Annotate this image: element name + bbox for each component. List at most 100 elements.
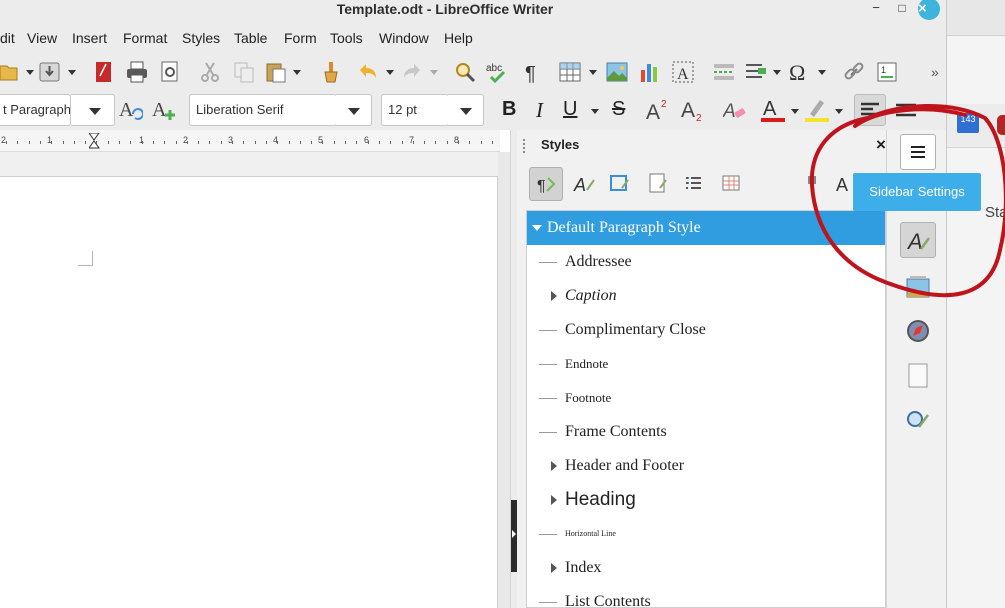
highlighting-dropdown-icon[interactable] (835, 109, 843, 114)
style-list-item[interactable]: Caption (527, 279, 885, 313)
sidebar-close-button[interactable]: × (876, 135, 886, 155)
font-color-dropdown-icon[interactable] (791, 109, 799, 114)
gallery-deck-tab-icon[interactable] (903, 273, 933, 303)
style-list-item[interactable]: Horizontal Line (527, 517, 885, 551)
find-replace-icon[interactable] (453, 60, 477, 84)
undo-icon[interactable] (356, 60, 380, 84)
style-list-item[interactable]: List Contents (527, 585, 885, 607)
menu-help[interactable]: Help (444, 30, 473, 46)
special-character-icon[interactable]: Ω (788, 60, 812, 85)
page-styles-icon[interactable] (644, 170, 672, 198)
app-icon[interactable] (997, 115, 1005, 135)
collapsed-arrow-icon[interactable] (551, 495, 557, 505)
insert-field-icon[interactable] (744, 60, 768, 84)
collapsed-arrow-icon[interactable] (551, 563, 557, 573)
style-list-item[interactable]: Complimentary Close (527, 313, 885, 347)
collapsed-arrow-icon[interactable] (551, 461, 557, 471)
calendar-badge-icon[interactable]: 143 (957, 113, 979, 133)
sidebar-splitter[interactable] (510, 130, 518, 608)
expanded-arrow-icon[interactable] (532, 225, 542, 231)
redo-dropdown-icon[interactable] (430, 70, 438, 75)
table-dropdown-icon[interactable] (589, 70, 597, 75)
menu-styles[interactable]: Styles (182, 30, 220, 46)
menu-insert[interactable]: Insert (72, 30, 107, 46)
print-icon[interactable] (125, 60, 149, 84)
export-pdf-icon[interactable] (92, 60, 116, 84)
strikethrough-button[interactable]: S (612, 98, 625, 121)
menu-table[interactable]: Table (234, 30, 267, 46)
insert-chart-icon[interactable] (638, 60, 662, 84)
character-styles-icon[interactable]: A (570, 170, 598, 198)
menu-window[interactable]: Window (379, 30, 429, 46)
underline-dropdown-icon[interactable] (591, 109, 599, 114)
paste-icon[interactable] (264, 60, 288, 84)
styles-deck-tab-icon[interactable]: A (900, 222, 936, 258)
clone-formatting-icon[interactable] (319, 60, 343, 84)
sidebar-menu-button[interactable] (900, 134, 936, 170)
highlighting-icon[interactable] (804, 96, 829, 122)
minimize-button[interactable]: − (868, 0, 884, 16)
menu-form[interactable]: Form (284, 30, 317, 46)
toolbar-overflow-icon[interactable]: » (931, 64, 939, 80)
formatting-marks-icon[interactable]: ¶ (520, 60, 544, 85)
insert-footnote-icon[interactable]: 1 (875, 60, 899, 84)
insert-table-icon[interactable] (558, 60, 582, 84)
insert-page-break-icon[interactable] (712, 60, 736, 84)
styles-list[interactable]: Default Paragraph Style Addressee Caption C… (526, 210, 886, 608)
paragraph-styles-icon[interactable]: ¶ (529, 167, 563, 201)
copy-icon[interactable] (232, 60, 256, 84)
italic-button[interactable]: I (536, 98, 543, 123)
paragraph-style-dropdown[interactable] (71, 94, 115, 126)
page-deck-tab-icon[interactable] (903, 361, 933, 391)
frame-styles-icon[interactable] (606, 170, 634, 198)
field-dropdown-icon[interactable] (773, 70, 781, 75)
menu-tools[interactable]: Tools (330, 30, 363, 46)
navigator-deck-tab-icon[interactable] (903, 316, 933, 346)
font-size-dropdown[interactable] (448, 94, 484, 126)
font-color-icon[interactable]: A (760, 96, 785, 122)
style-inspector-deck-tab-icon[interactable] (903, 405, 933, 435)
sidebar-grip-icon[interactable] (523, 139, 527, 153)
font-name-combo[interactable]: Liberation Serif (189, 94, 337, 126)
font-name-dropdown[interactable] (336, 94, 372, 126)
undo-dropdown-icon[interactable] (386, 70, 394, 75)
save-icon[interactable] (38, 60, 62, 84)
underline-button[interactable]: U (563, 98, 577, 121)
fill-format-mode-icon[interactable] (798, 170, 826, 198)
cut-icon[interactable] (198, 60, 222, 84)
style-list-item[interactable]: Footnote (527, 381, 885, 415)
collapsed-arrow-icon[interactable] (551, 291, 557, 301)
style-list-item[interactable]: Index (527, 551, 885, 585)
insert-image-icon[interactable] (605, 60, 629, 84)
spelling-icon[interactable]: abc (486, 60, 510, 84)
style-list-item[interactable]: Endnote (527, 347, 885, 381)
bold-button[interactable]: B (502, 98, 516, 121)
maximize-button[interactable]: □ (894, 0, 910, 16)
document-page[interactable] (0, 176, 498, 608)
close-window-button[interactable]: × (918, 0, 940, 20)
style-list-item[interactable]: Default Paragraph Style (527, 211, 885, 245)
align-left-button[interactable] (854, 94, 886, 126)
open-dropdown-icon[interactable] (26, 70, 34, 75)
vertical-scrollbar[interactable] (498, 152, 510, 608)
menu-view[interactable]: View (27, 30, 57, 46)
paste-dropdown-icon[interactable] (293, 70, 301, 75)
print-preview-icon[interactable] (158, 60, 182, 84)
update-style-icon[interactable]: A (119, 98, 144, 122)
style-list-item[interactable]: Frame Contents (527, 415, 885, 449)
style-list-item[interactable]: Heading (527, 483, 885, 517)
superscript-icon[interactable]: A2 (646, 98, 670, 124)
redo-icon[interactable] (400, 60, 424, 84)
special-character-dropdown-icon[interactable] (818, 70, 826, 75)
menu-edit[interactable]: dit (0, 30, 15, 46)
open-icon[interactable] (0, 60, 24, 84)
save-dropdown-icon[interactable] (68, 70, 76, 75)
paragraph-style-combo[interactable]: t Paragraph (0, 94, 71, 126)
style-list-item[interactable]: Addressee (527, 245, 885, 279)
clear-formatting-icon[interactable]: A (722, 98, 747, 122)
horizontal-ruler[interactable]: 2 1 1 2 3 4 5 6 7 8 (0, 130, 500, 152)
subscript-icon[interactable]: A2 (681, 98, 705, 124)
font-size-combo[interactable]: 12 pt (381, 94, 449, 126)
table-styles-icon[interactable] (718, 170, 746, 198)
menu-format[interactable]: Format (123, 30, 167, 46)
